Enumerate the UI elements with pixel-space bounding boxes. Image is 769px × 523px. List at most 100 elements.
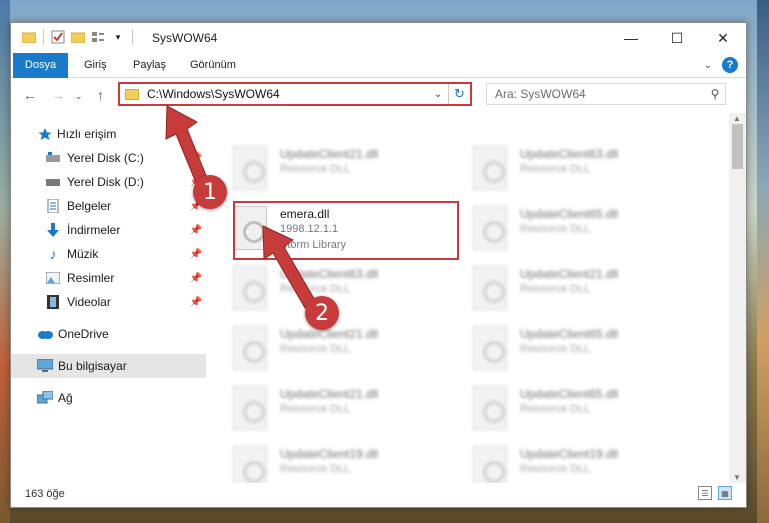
search-icon[interactable]: ⚲ bbox=[705, 87, 725, 101]
properties-icon[interactable] bbox=[50, 29, 66, 45]
sidebar-item-onedrive[interactable]: OneDrive bbox=[11, 322, 206, 346]
list-item[interactable]: UpdateClient65.dll Resource DLL bbox=[451, 381, 681, 439]
list-item[interactable]: UpdateClient21.dll Resource DLL bbox=[211, 321, 441, 379]
pin-icon[interactable]: 📌 bbox=[190, 249, 202, 260]
customize-icon[interactable] bbox=[90, 29, 106, 45]
file-name: UpdateClient63.dll bbox=[520, 147, 619, 161]
minimize-button[interactable]: — bbox=[608, 23, 654, 53]
forward-icon[interactable]: → bbox=[51, 87, 65, 103]
file-name: UpdateClient19.dll bbox=[280, 447, 379, 461]
expand-ribbon-icon[interactable]: ⌄ bbox=[704, 60, 712, 71]
scroll-up-icon[interactable]: ▲ bbox=[733, 114, 741, 123]
desktop-background-right bbox=[757, 0, 769, 523]
dll-file-icon bbox=[473, 146, 507, 190]
dll-file-icon bbox=[473, 266, 507, 310]
dll-file-icon bbox=[233, 326, 267, 370]
cloud-icon bbox=[37, 326, 53, 342]
folder-icon[interactable] bbox=[21, 29, 37, 45]
sidebar-item-label: Ağ bbox=[58, 391, 73, 405]
sidebar-item-label: OneDrive bbox=[58, 327, 109, 341]
pin-icon[interactable]: 📌 bbox=[190, 273, 202, 284]
sidebar-item-quick-access[interactable]: Hızlı erişim bbox=[11, 122, 206, 146]
list-item[interactable]: UpdateClient65.dll Resource DLL bbox=[451, 201, 681, 259]
list-item[interactable]: UpdateClient21.dll Resource DLL bbox=[211, 141, 441, 199]
file-type: Resource DLL bbox=[280, 463, 351, 475]
list-item[interactable]: UpdateClient63.dll Resource DLL bbox=[451, 141, 681, 199]
pin-icon[interactable]: 📌 bbox=[190, 153, 202, 164]
sidebar-item-downloads[interactable]: İndirmeler 📌 bbox=[11, 218, 206, 242]
details-view-icon[interactable]: ☰ bbox=[698, 486, 712, 500]
tab-share[interactable]: Paylaş bbox=[124, 53, 175, 78]
recent-locations-icon[interactable]: ⌄ bbox=[75, 91, 83, 102]
back-icon[interactable]: ← bbox=[23, 87, 37, 103]
refresh-icon[interactable]: ↻ bbox=[448, 84, 470, 104]
up-icon[interactable]: ↑ bbox=[97, 87, 104, 103]
tab-home[interactable]: Giriş bbox=[75, 53, 116, 78]
list-item[interactable]: UpdateClient65.dll Resource DLL bbox=[451, 321, 681, 379]
sidebar-item-this-pc[interactable]: Bu bilgisayar bbox=[11, 354, 206, 378]
list-item[interactable]: UpdateClient19.dll Resource DLL bbox=[451, 441, 681, 483]
drive-icon bbox=[45, 174, 61, 190]
explorer-window: ▾ SysWOW64 — ☐ ✕ Dosya Giriş Paylaş Görü… bbox=[10, 22, 747, 508]
file-name: UpdateClient63.dll bbox=[280, 267, 379, 281]
sidebar-item-disk-c[interactable]: Yerel Disk (C:) 📌 bbox=[11, 146, 206, 170]
sidebar-item-label: Yerel Disk (D:) bbox=[67, 175, 144, 189]
sidebar-item-disk-d[interactable]: Yerel Disk (D:) 📌 bbox=[11, 170, 206, 194]
network-icon bbox=[37, 390, 53, 406]
address-bar[interactable]: C:\Windows\SysWOW64 ⌄ ↻ bbox=[118, 82, 472, 106]
navigation-bar: ← → ⌄ ↑ C:\Windows\SysWOW64 ⌄ ↻ Ara: Sys… bbox=[11, 79, 746, 111]
sidebar-item-videos[interactable]: Videolar 📌 bbox=[11, 290, 206, 314]
list-item[interactable]: UpdateClient21.dll Resource DLL bbox=[451, 261, 681, 319]
dll-file-icon bbox=[233, 386, 267, 430]
sidebar-item-network[interactable]: Ağ bbox=[11, 386, 206, 410]
sidebar-item-pictures[interactable]: Resimler 📌 bbox=[11, 266, 206, 290]
vertical-scrollbar[interactable]: ▲ ▼ bbox=[729, 113, 746, 483]
dropdown-icon[interactable]: ▾ bbox=[110, 29, 126, 45]
tab-file[interactable]: Dosya bbox=[13, 53, 68, 78]
help-icon[interactable]: ? bbox=[722, 57, 738, 73]
close-button[interactable]: ✕ bbox=[700, 23, 746, 53]
file-type: Resource DLL bbox=[280, 283, 351, 295]
file-type: Resource DLL bbox=[520, 163, 591, 175]
dll-file-icon bbox=[473, 386, 507, 430]
file-name: UpdateClient65.dll bbox=[520, 327, 619, 341]
file-name: UpdateClient21.dll bbox=[280, 387, 379, 401]
new-folder-icon[interactable] bbox=[70, 29, 86, 45]
address-path[interactable]: C:\Windows\SysWOW64 bbox=[147, 87, 428, 101]
star-icon bbox=[37, 126, 53, 142]
dll-file-icon bbox=[473, 206, 507, 250]
search-placeholder[interactable]: Ara: SysWOW64 bbox=[495, 87, 705, 101]
window-title: SysWOW64 bbox=[152, 31, 218, 45]
ribbon-tabs: Dosya Giriş Paylaş Görünüm ⌄ ? bbox=[11, 53, 746, 78]
callout-2: 2 bbox=[305, 296, 339, 330]
toolbar-separator bbox=[132, 29, 133, 45]
sidebar-item-label: Belgeler bbox=[67, 199, 112, 213]
file-name: UpdateClient21.dll bbox=[520, 267, 619, 281]
file-name: UpdateClient65.dll bbox=[520, 207, 619, 221]
list-item[interactable]: UpdateClient21.dll Resource DLL bbox=[211, 381, 441, 439]
sidebar-item-documents[interactable]: Belgeler 📌 bbox=[11, 194, 206, 218]
list-item[interactable]: UpdateClient19.dll Resource DLL bbox=[211, 441, 441, 483]
file-type: Resource DLL bbox=[520, 463, 591, 475]
maximize-button[interactable]: ☐ bbox=[654, 23, 700, 53]
dll-file-icon bbox=[473, 446, 507, 483]
scrollbar-thumb[interactable] bbox=[732, 124, 743, 169]
sidebar-item-music[interactable]: ♪ Müzik 📌 bbox=[11, 242, 206, 266]
ribbon-right-controls: ⌄ ? bbox=[704, 57, 738, 73]
tab-view[interactable]: Görünüm bbox=[181, 53, 245, 78]
file-list: UpdateClient21.dll Resource DLL emera.dl… bbox=[211, 113, 721, 483]
address-dropdown-icon[interactable]: ⌄ bbox=[428, 89, 448, 100]
computer-icon bbox=[37, 358, 53, 374]
pin-icon[interactable]: 📌 bbox=[190, 225, 202, 236]
sidebar-item-label: Müzik bbox=[67, 247, 99, 261]
sidebar-item-label: Hızlı erişim bbox=[57, 127, 117, 141]
selection-highlight bbox=[233, 201, 459, 260]
search-box[interactable]: Ara: SysWOW64 ⚲ bbox=[486, 83, 726, 105]
tiles-view-icon[interactable]: ▦ bbox=[718, 486, 732, 500]
drive-icon bbox=[45, 150, 61, 166]
sidebar-item-label: Videolar bbox=[67, 295, 111, 309]
pin-icon[interactable]: 📌 bbox=[190, 297, 202, 308]
video-icon bbox=[45, 294, 61, 310]
item-count: 163 öğe bbox=[25, 488, 65, 500]
sidebar-item-label: Yerel Disk (C:) bbox=[67, 151, 144, 165]
